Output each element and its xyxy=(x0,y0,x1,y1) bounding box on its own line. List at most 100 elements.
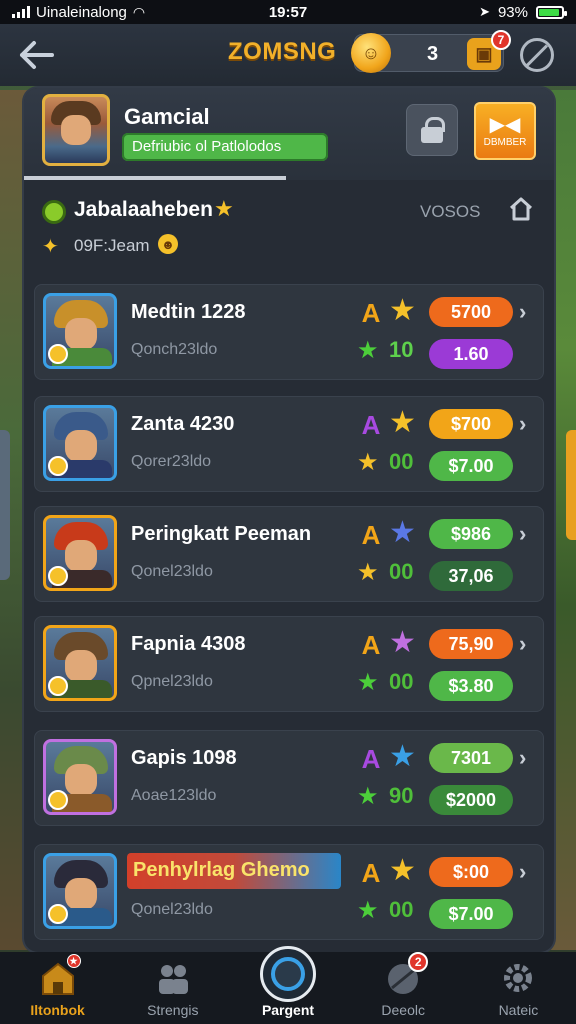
right-edge-tab[interactable] xyxy=(566,430,576,540)
chevron-right-icon[interactable]: › xyxy=(519,411,526,437)
reward-pill-top[interactable]: $700 xyxy=(429,409,513,439)
chevron-right-icon[interactable]: › xyxy=(519,745,526,771)
claim-button[interactable]: ▶◀ DBMBER xyxy=(474,102,536,160)
player-avatar xyxy=(43,625,117,701)
nav-item-settings[interactable]: Nateic xyxy=(461,952,576,1024)
nav-label-center: Pargent xyxy=(261,1002,315,1018)
battery-fill xyxy=(539,8,560,16)
player-avatar xyxy=(43,515,117,591)
lock-button[interactable] xyxy=(406,104,458,156)
reward-pill-top[interactable]: $986 xyxy=(429,519,513,549)
profile-name: Gamcial xyxy=(124,104,210,129)
reward-pill-bottom[interactable]: $2000 xyxy=(429,785,513,815)
green-star-icon: ★ xyxy=(357,449,379,476)
rank-letter-icon: A xyxy=(361,744,381,774)
claim-label: DBMBER xyxy=(483,136,527,148)
chevron-right-icon[interactable]: › xyxy=(519,631,526,657)
green-star-icon: ★ xyxy=(357,337,379,364)
list-item[interactable]: Fapnia 4308 Qpnel23ldo A ★ ★ 00 75,90 $3… xyxy=(34,616,544,712)
currency-box[interactable]: ☺ 3 ▣ 7 xyxy=(351,30,511,73)
profile-card: Gamcial Defriubic ol Patlolodos ▶◀ DBMBE… xyxy=(24,88,554,180)
rank-letter-icon: A xyxy=(361,298,381,328)
status-bar: Uinaleinalong ◠ 19:57 ➤ 93% xyxy=(0,0,576,24)
reward-pill-bottom[interactable]: 37,06 xyxy=(429,561,513,591)
player-avatar xyxy=(43,853,117,929)
rank-badge-icon xyxy=(48,904,68,924)
profile-progress-bar xyxy=(24,176,286,180)
lock-icon xyxy=(421,117,445,143)
star-icon: ★ xyxy=(389,516,416,549)
star-count: 00 xyxy=(389,897,414,922)
rank-badge-icon xyxy=(48,790,68,810)
battery-icon xyxy=(536,5,567,19)
rank-letter-icon: A xyxy=(361,858,381,888)
reward-pill-bottom[interactable]: $3.80 xyxy=(429,671,513,701)
player-name: Fapnia 4308 xyxy=(131,633,246,655)
nav-item-center[interactable]: Pargent xyxy=(230,946,345,1024)
bottom-nav: ★ Iltonbok Strengis Pargent 2 Deeolc Nat… xyxy=(0,946,576,1024)
player-name: Penhylrlag Ghemo xyxy=(127,853,341,889)
reward-pill-bottom[interactable]: $7.00 xyxy=(429,451,513,481)
profile-tag: Defriubic ol Patlolodos xyxy=(122,133,328,161)
nav-label-settings: Nateic xyxy=(498,1002,539,1018)
ball-icon: 2 xyxy=(384,952,429,996)
nav-item-people[interactable]: Strengis xyxy=(115,952,230,1024)
people-icon xyxy=(154,960,192,996)
list-item[interactable]: Peringkatt Peeman Qonel23ldo A ★ ★ 00 $9… xyxy=(34,506,544,602)
rank-letter-icon: A xyxy=(361,520,381,550)
star-icon: ★ xyxy=(389,294,416,327)
profile-avatar[interactable] xyxy=(42,94,110,166)
signal-icon xyxy=(12,6,30,18)
nav-item-home[interactable]: ★ Iltonbok xyxy=(0,952,115,1024)
reward-pill-top[interactable]: 5700 xyxy=(429,297,513,327)
star-icon: ★ xyxy=(214,196,234,221)
section-code: VOSOS xyxy=(420,202,481,221)
gear-icon xyxy=(499,960,537,996)
list-item[interactable]: Medtin 1228 Qonch23ldo A ★ ★ 10 5700 1.6… xyxy=(34,284,544,380)
list-item[interactable]: Zanta 4230 Qorer23ldo A ★ ★ 00 $700 $7.0… xyxy=(34,396,544,492)
left-edge-tab[interactable] xyxy=(0,430,10,580)
player-subtitle: Qonel23ldo xyxy=(131,563,213,580)
bag-icon[interactable]: ▣ 7 xyxy=(467,30,511,70)
nav-item-ball[interactable]: 2 Deeolc xyxy=(346,952,461,1024)
star-count: 00 xyxy=(389,669,414,694)
top-bar: ZOMSNG ☺ 3 ▣ 7 xyxy=(0,24,576,86)
reward-pill-bottom[interactable]: $7.00 xyxy=(429,899,513,929)
back-arrow-icon[interactable] xyxy=(14,33,58,77)
home-icon: ★ xyxy=(39,954,81,996)
green-star-icon: ★ xyxy=(357,783,379,810)
small-star-icon: ✦ xyxy=(42,236,59,258)
block-icon[interactable] xyxy=(520,38,554,72)
reward-pill-bottom[interactable]: 1.60 xyxy=(429,339,513,369)
green-star-icon: ★ xyxy=(357,897,379,924)
location-icon: ➤ xyxy=(479,4,490,19)
app-title: ZOMSNG xyxy=(228,38,337,65)
green-dot-icon xyxy=(42,200,66,224)
reward-pill-top[interactable]: $:00 xyxy=(429,857,513,887)
reward-pill-top[interactable]: 75,90 xyxy=(429,629,513,659)
player-name: Medtin 1228 xyxy=(131,301,246,323)
chevron-right-icon[interactable]: › xyxy=(519,859,526,885)
star-count: 10 xyxy=(389,337,414,362)
rank-letter-icon: A xyxy=(361,630,381,660)
player-avatar xyxy=(43,293,117,369)
player-subtitle: Qonch23ldo xyxy=(131,341,218,358)
chevron-right-icon[interactable]: › xyxy=(519,521,526,547)
reward-pill-top[interactable]: 7301 xyxy=(429,743,513,773)
rank-badge-icon xyxy=(48,344,68,364)
home-icon[interactable] xyxy=(508,196,534,222)
star-icon: ★ xyxy=(389,740,416,773)
nav-label-home: Iltonbok xyxy=(30,1002,85,1018)
rank-badge-icon xyxy=(48,566,68,586)
chevron-right-icon[interactable]: › xyxy=(519,299,526,325)
green-star-icon: ★ xyxy=(357,669,379,696)
list-item[interactable]: Gapis 1098 Aoae123ldo A ★ ★ 90 7301 $200… xyxy=(34,730,544,826)
bag-badge: 7 xyxy=(491,30,511,50)
star-icon: ★ xyxy=(389,406,416,439)
star-count: 00 xyxy=(389,559,414,584)
star-count: 00 xyxy=(389,449,414,474)
sun-coin-icon: ☺ xyxy=(351,33,391,73)
player-name: Peringkatt Peeman xyxy=(131,523,312,545)
list-item[interactable]: Penhylrlag Ghemo Qonel23ldo A ★ ★ 00 $:0… xyxy=(34,844,544,940)
smiley-icon: ☻ xyxy=(158,234,178,254)
